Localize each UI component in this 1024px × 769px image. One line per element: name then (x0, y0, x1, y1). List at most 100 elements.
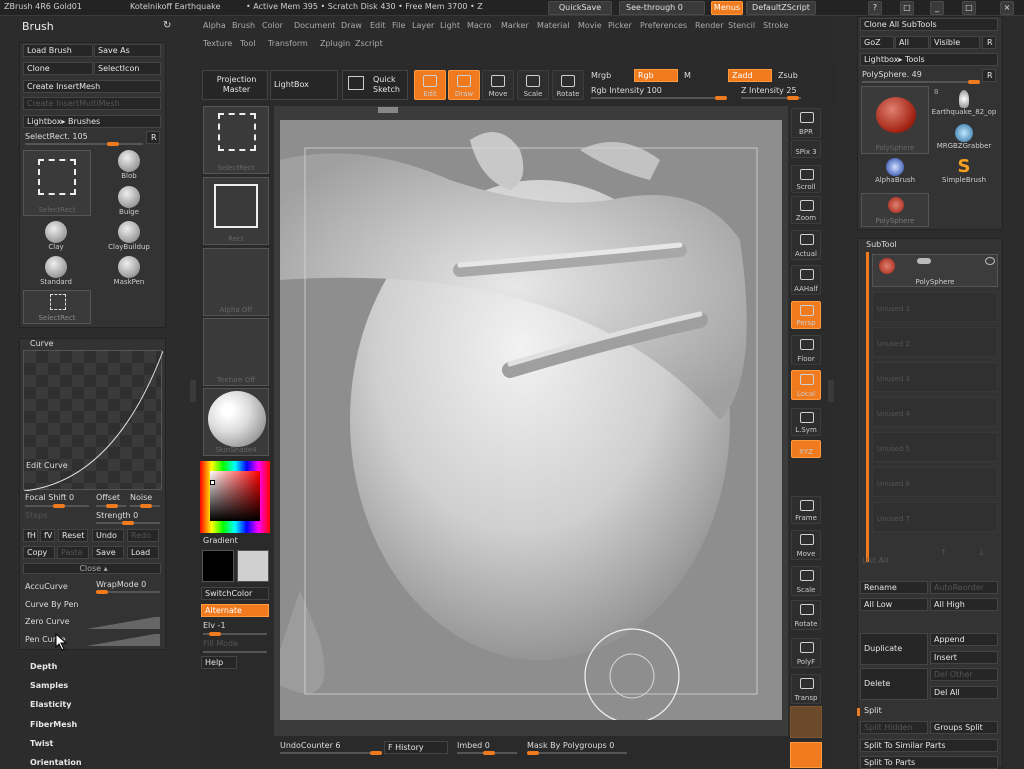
edit-mode-button[interactable]: Edit (414, 70, 446, 100)
save-curve-button[interactable]: Save (92, 546, 124, 559)
main-color-swatch[interactable] (202, 550, 234, 582)
shelf-aahalf[interactable]: AAHalf (791, 265, 821, 295)
split-section-title[interactable]: Split (864, 706, 882, 715)
curve-by-pen-toggle[interactable]: Curve By Pen (25, 600, 78, 609)
shelf-zoom[interactable]: Zoom (791, 196, 821, 224)
tool-slider[interactable] (862, 80, 980, 84)
shelf-bpr[interactable]: BPR (791, 108, 821, 138)
all-low-button[interactable]: All Low (860, 598, 928, 611)
menu-file[interactable]: File (392, 21, 405, 30)
minimize-icon[interactable]: _ (930, 1, 944, 15)
refresh-icon[interactable]: ↻ (163, 20, 171, 31)
menu-zplugin[interactable]: Zplugin (320, 39, 350, 48)
zadd-toggle[interactable]: Zadd (728, 69, 772, 82)
visible-button[interactable]: Visible (930, 36, 980, 49)
append-button[interactable]: Append (930, 633, 998, 646)
shelf-scale[interactable]: Scale (791, 566, 821, 596)
simplebrush-tool[interactable]: S SimpleBrush (930, 158, 998, 185)
subtool-item-polysphere[interactable]: PolySphere (872, 254, 998, 287)
brush-blob[interactable]: Blob (96, 150, 162, 184)
duplicate-button[interactable]: Duplicate (860, 633, 928, 665)
color-picker[interactable] (200, 461, 270, 533)
help-icon[interactable]: ? (868, 1, 882, 15)
brush-standard[interactable]: Standard (23, 256, 89, 290)
split-to-similar-parts-button[interactable]: Split To Similar Parts (860, 739, 998, 752)
shelf-spix-3[interactable]: SPix 3 (791, 140, 821, 158)
zsub-toggle[interactable]: Zsub (778, 71, 798, 80)
focal-shift-slider[interactable] (25, 504, 89, 508)
accucurve-toggle[interactable]: AccuCurve (25, 582, 68, 591)
left-tray-handle[interactable] (190, 380, 196, 402)
draw-mode-button[interactable]: Draw (448, 70, 480, 100)
stroke-selector[interactable]: SelectRect (203, 106, 269, 174)
shelf-persp[interactable]: Persp (791, 301, 821, 329)
maximize-icon[interactable]: □ (962, 1, 976, 15)
all-high-button[interactable]: All High (930, 598, 998, 611)
mrgb-toggle[interactable]: Mrgb (591, 71, 611, 80)
layout-icon[interactable]: □ (900, 1, 914, 15)
selectrect-brush-thumb[interactable]: SelectRect (23, 290, 91, 324)
brush-clay[interactable]: Clay (23, 221, 89, 255)
m-toggle[interactable]: M (684, 71, 691, 80)
menu-edit[interactable]: Edit (370, 21, 386, 30)
goz-button[interactable]: GoZ (860, 36, 894, 49)
mrgbzgrabber-tool[interactable]: MRGBZGrabber (930, 124, 998, 150)
rect-stroke-selector[interactable]: Rect (203, 177, 269, 245)
shelf-l-sym[interactable]: L.Sym (791, 408, 821, 436)
menu-light[interactable]: Light (440, 21, 460, 30)
lightbox-brushes-button[interactable]: Lightbox▸ Brushes (23, 115, 161, 128)
scale-mode-button[interactable]: Scale (517, 70, 549, 100)
shelf-frame[interactable]: Frame (791, 496, 821, 524)
texture-selector[interactable]: Texture Off (203, 318, 269, 386)
clone-all-subtools-button[interactable]: Clone All SubTools (860, 18, 998, 31)
shelf-xyz[interactable]: XYZ (791, 440, 821, 458)
imbed-slider[interactable] (457, 751, 517, 755)
alpha-selector[interactable]: Alpha Off (203, 248, 269, 316)
menus-button[interactable]: Menus (711, 1, 743, 15)
material-selector[interactable]: SkinShade4 (203, 388, 269, 456)
switch-color-button[interactable]: SwitchColor (201, 587, 269, 600)
rgb-toggle[interactable]: Rgb (634, 69, 678, 82)
reset-brush-r-button[interactable]: R (146, 131, 160, 144)
shelf-floor[interactable]: Floor (791, 335, 821, 365)
section-depth[interactable]: Depth (30, 662, 57, 671)
strength-slider[interactable] (96, 521, 160, 525)
section-fibermesh[interactable]: FiberMesh (30, 720, 77, 729)
canvas-scroll-handle[interactable] (378, 107, 398, 113)
secondary-color-swatch[interactable] (237, 550, 269, 582)
brush-maskpen[interactable]: MaskPen (96, 256, 162, 290)
elv-slider[interactable] (203, 632, 267, 636)
move-mode-button[interactable]: Move (482, 70, 514, 100)
close-curve-button[interactable]: Close ▴ (23, 563, 161, 574)
menu-transform[interactable]: Transform (268, 39, 308, 48)
lightbox-tools-button[interactable]: Lightbox▸ Tools (860, 53, 998, 66)
curve-editor[interactable]: Edit Curve (23, 350, 163, 491)
rgb-intensity-slider[interactable] (591, 96, 727, 100)
menu-material[interactable]: Material (537, 21, 570, 30)
menu-marker[interactable]: Marker (501, 21, 529, 30)
load-brush-button[interactable]: Load Brush (23, 44, 93, 57)
groups-split-button[interactable]: Groups Split (930, 721, 998, 734)
del-all-button[interactable]: Del All (930, 686, 998, 699)
shelf-rotate[interactable]: Rotate (791, 600, 821, 630)
curve-reset-button[interactable]: Reset (58, 529, 88, 542)
save-as-button[interactable]: Save As (94, 44, 161, 57)
subtool-scrollbar[interactable] (866, 252, 869, 562)
menu-color[interactable]: Color (262, 21, 283, 30)
rename-button[interactable]: Rename (860, 581, 928, 594)
menu-stroke[interactable]: Stroke (763, 21, 789, 30)
right-tray-handle[interactable] (828, 380, 834, 402)
current-brush-thumbnail[interactable]: SelectRect (23, 150, 91, 216)
goz-all-button[interactable]: All (895, 36, 929, 49)
menu-render[interactable]: Render (695, 21, 723, 30)
alphabrush-tool[interactable]: AlphaBrush (862, 158, 928, 184)
projection-master-button[interactable]: Projection Master (202, 70, 268, 100)
offset-slider[interactable] (96, 504, 126, 508)
insert-button[interactable]: Insert (930, 651, 998, 664)
menu-texture[interactable]: Texture (203, 39, 232, 48)
select-icon-button[interactable]: SelectIcon (94, 62, 161, 75)
current-tool-thumbnail[interactable]: PolySphere (861, 86, 929, 154)
zero-curve-toggle[interactable]: Zero Curve (25, 617, 70, 626)
clone-button[interactable]: Clone (23, 62, 93, 75)
brush-claybuildup[interactable]: ClayBuildup (96, 221, 162, 255)
